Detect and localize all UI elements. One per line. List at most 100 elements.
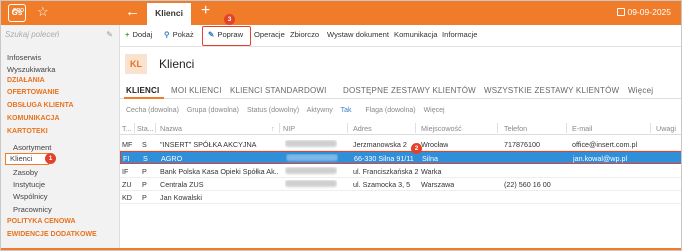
table-row[interactable]: ZU P Centrala ZUS ul. Szamocka 3, 5 Wars… [120, 178, 681, 191]
cell-status: S [143, 154, 148, 163]
back-arrow-icon[interactable]: ← [125, 3, 140, 20]
table-row[interactable]: IF P Bank Polska Kasa Opieki Spółka Ak..… [120, 165, 681, 178]
column-divider [566, 123, 567, 133]
sidebar-item-asortyment[interactable]: Asortyment [13, 143, 51, 152]
table-header: T... Sta... Nazwa ↑ NIP Adres Miejscowoś… [120, 121, 681, 135]
table-row-selected[interactable]: FI S AGRO 66-330 Silna 91/11 Silna jan.k… [120, 151, 681, 164]
subtab-wiecej[interactable]: Więcej [628, 86, 653, 95]
filter-wiecej[interactable]: Więcej [424, 107, 445, 114]
cell-adres: ul. Franciszkańska 2 [353, 167, 419, 176]
sidebar-search-input[interactable]: Szukaj poleceń ✎ [5, 30, 117, 44]
subtabs-bar: KLIENCI MOI KLIENCI KLIENCI STANDARDOWI … [120, 83, 681, 99]
pencil-icon: ✎ [208, 30, 215, 39]
subtab-klienci-standardowi[interactable]: KLIENCI STANDARDOWI [230, 86, 327, 95]
cell-email: jan.kowal@wp.pl [573, 154, 628, 163]
sort-arrow-icon[interactable]: ↑ [271, 124, 275, 133]
sidebar-cat-obsluga-klienta[interactable]: OBSŁUGA KLIENTA [7, 102, 74, 109]
filter-grupa[interactable]: Grupa (dowolna) [187, 107, 239, 114]
subtab-moi-klienci[interactable]: MOI KLIENCI [171, 86, 222, 95]
cell-nazwa: Jan Kowalski [160, 193, 202, 202]
column-divider [279, 123, 280, 133]
sidebar-item-instytucje[interactable]: Instytucje [13, 180, 45, 189]
table-row[interactable]: KD P Jan Kowalski [120, 191, 681, 204]
magnifier-icon: ⚲ [164, 30, 170, 39]
cell-typ: KD [122, 193, 132, 202]
col-header-adres[interactable]: Adres [353, 124, 372, 133]
popraw-button[interactable]: ✎ Popraw [208, 30, 243, 39]
filter-cecha[interactable]: Cecha (dowolna) [126, 107, 179, 114]
step-badge-3: 3 [224, 14, 235, 25]
sidebar-item-wyszukiwarka[interactable]: Wyszukiwarka [7, 65, 55, 74]
col-header-email[interactable]: E-mail [572, 124, 592, 133]
subtab-klienci[interactable]: KLIENCI [126, 86, 159, 95]
sidebar-item-klienci[interactable]: Klienci [5, 153, 49, 165]
cell-nazwa: Bank Polska Kasa Opieki Spółka Ak... [160, 167, 278, 176]
pokaz-button[interactable]: ⚲ Pokaż [164, 30, 194, 39]
date-text: 09-09-2025 [627, 7, 671, 17]
filter-aktywny[interactable]: Aktywny Tak [307, 107, 358, 114]
popraw-label: Popraw [217, 30, 244, 39]
cell-typ: FI [123, 154, 130, 163]
cell-status: P [142, 193, 147, 202]
col-header-telefon[interactable]: Telefon [504, 124, 527, 133]
sidebar-item-label: Klienci [10, 154, 33, 163]
cell-email: office@insert.com.pl [572, 140, 638, 149]
subtab-wszystkie-zestawy[interactable]: WSZYSTKIE ZESTAWY KLIENTÓW [484, 86, 619, 95]
filter-status[interactable]: Status (dowolny) [247, 107, 299, 114]
wystaw-dokument-button[interactable]: Wystaw dokument [327, 30, 389, 39]
page-title: Klienci [159, 57, 195, 71]
pin-icon[interactable]: ✎ [106, 30, 113, 39]
toolbar: + Dodaj ⚲ Pokaż ✎ Popraw 3 Operacje Zbiorcz… [120, 14, 681, 47]
cell-miejscowosc: Silna [422, 154, 438, 163]
column-divider [134, 123, 135, 133]
cell-nip-redacted [286, 154, 338, 163]
col-header-nazwa[interactable]: Nazwa [160, 124, 182, 133]
sidebar-item-infoserwis[interactable]: Infoserwis [7, 53, 41, 62]
cell-typ: IF [122, 167, 129, 176]
klienci-module-icon: KL [125, 54, 147, 74]
sidebar-cat-polityka-cenowa[interactable]: POLITYKA CENOWA [7, 218, 76, 225]
favorites-star-icon[interactable]: ☆ [37, 4, 49, 20]
dodaj-label: Dodaj [132, 30, 153, 39]
dodaj-button[interactable]: + Dodaj [125, 30, 152, 39]
cell-adres: ul. Szamocka 3, 5 [353, 180, 411, 189]
col-header-typ[interactable]: T... [122, 124, 132, 133]
cell-typ: ZU [122, 180, 132, 189]
zbiorczo-button[interactable]: Zbiorczo [290, 30, 319, 39]
cell-nip-redacted [285, 140, 337, 149]
col-header-miejscowosc[interactable]: Miejscowość [421, 124, 462, 133]
sidebar-item-pracownicy[interactable]: Pracownicy [13, 205, 52, 214]
filter-flaga[interactable]: Flaga (dowolna) [365, 107, 415, 114]
sidebar-cat-kartoteki[interactable]: KARTOTEKI [7, 128, 48, 135]
sidebar-cat-komunikacja[interactable]: KOMUNIKACJA [7, 115, 60, 122]
redacted-blur [286, 154, 338, 161]
step-badge-1: 1 [45, 153, 56, 164]
informacje-button[interactable]: Informacje [442, 30, 477, 39]
table-row[interactable]: MF S "INSERT" SPÓŁKA AKCYJNA Jerzmanowsk… [120, 138, 681, 151]
sidebar-item-zasoby[interactable]: Zasoby [13, 168, 38, 177]
col-header-status[interactable]: Sta... [137, 124, 154, 133]
tab-klienci[interactable]: Klienci [147, 3, 191, 25]
column-divider [650, 123, 651, 133]
sidebar-cat-ofertowanie[interactable]: OFERTOWANIE [7, 89, 59, 96]
app-logo[interactable]: Gs PRO [8, 4, 26, 22]
operacje-button[interactable]: Operacje [254, 30, 285, 39]
pokaz-label: Pokaż [172, 30, 194, 39]
komunikacja-button[interactable]: Komunikacja [394, 30, 437, 39]
col-header-uwagi[interactable]: Uwagi [656, 124, 676, 133]
filter-bar: Cecha (dowolna) Grupa (dowolna) Status (… [126, 107, 451, 114]
cell-status: S [142, 140, 147, 149]
col-header-nip[interactable]: NIP [283, 124, 295, 133]
cell-adres: Jerzmanowska 2 [353, 140, 407, 149]
sidebar-cat-ewidencje-dodatkowe[interactable]: EWIDENCJE DODATKOWE [7, 231, 97, 238]
cell-status: P [142, 167, 147, 176]
new-tab-plus-icon[interactable]: + [201, 2, 210, 20]
cell-miejscowosc: Warszawa [421, 180, 455, 189]
cell-nip-redacted [285, 167, 337, 176]
sidebar-item-wspolnicy[interactable]: Wspólnicy [13, 192, 48, 201]
cell-telefon: (22) 560 16 00 [504, 180, 551, 189]
subtab-dostepne-zestawy[interactable]: DOSTĘPNE ZESTAWY KLIENTÓW [343, 86, 476, 95]
sidebar-cat-dzialania[interactable]: DZIAŁANIA [7, 77, 45, 84]
step-badge-2: 2 [411, 143, 422, 154]
cell-miejscowosc: Wrocław [421, 140, 449, 149]
